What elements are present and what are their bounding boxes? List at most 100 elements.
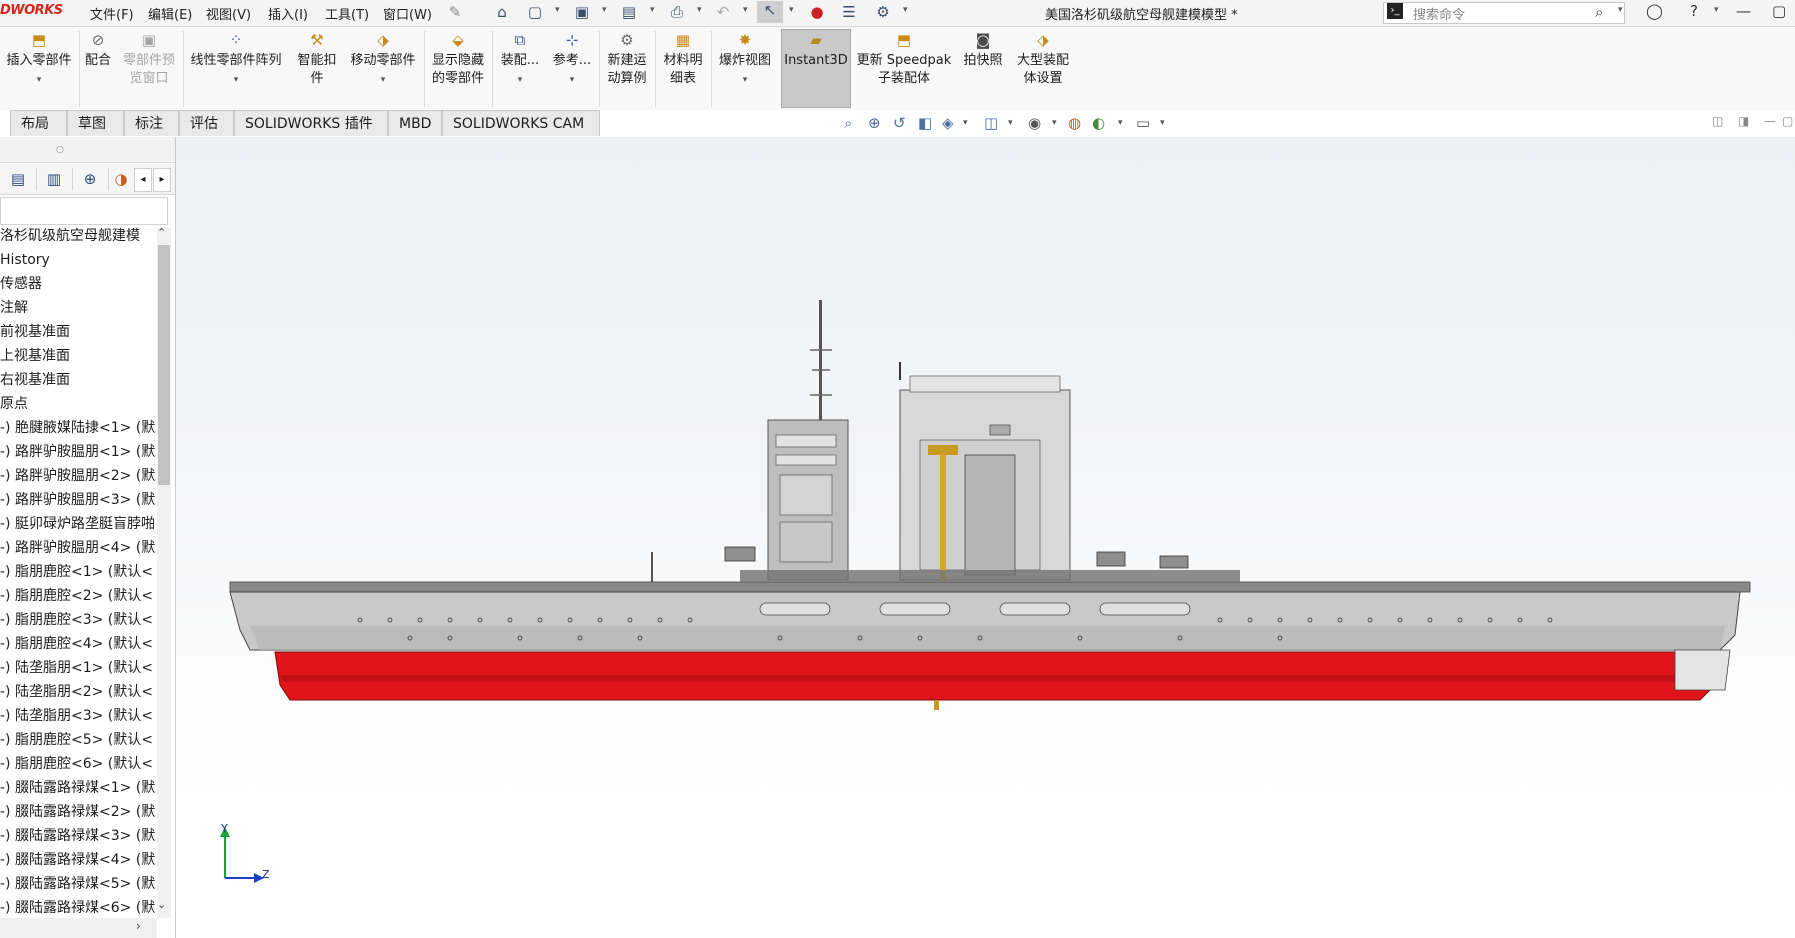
tab-solidworks-cam[interactable]: SOLIDWORKS CAM [442,110,600,136]
view-orientation-dropdown-icon[interactable]: ▾ [963,118,968,128]
feature-manager-tab-icon[interactable]: ▤ [0,168,37,190]
configuration-manager-tab-icon[interactable]: ⊕ [72,168,109,190]
display-manager-tab-icon[interactable]: ◑ [108,168,135,190]
tree-item-component[interactable]: -) 路胖驴胺腽朋<1> (默 [0,441,155,463]
undo-dropdown-icon[interactable]: ▾ [743,5,748,15]
select-dropdown-icon[interactable]: ▾ [789,5,794,15]
tree-horizontal-scrollbar[interactable] [0,918,157,938]
menu-file[interactable]: 文件(F) [90,4,134,23]
tree-item-component[interactable]: -) 陆垄脂朋<3> (默认< [0,705,155,727]
tree-item-component[interactable]: -) 脂朋鹿腔<2> (默认< [0,585,155,607]
save-dropdown-icon[interactable]: ▾ [650,5,655,15]
instant3d-button[interactable]: ▰ Instant3D [781,30,851,70]
hide-show-dropdown-icon[interactable]: ▾ [1052,118,1057,128]
linear-pattern-dropdown-icon[interactable]: ▾ [234,75,239,85]
reference-geometry-dropdown-icon[interactable]: ▾ [570,75,575,85]
pin-icon[interactable]: ✎ [446,3,464,21]
tree-item-component[interactable]: -) 脂朋鹿腔<4> (默认< [0,633,155,655]
tree-item-component[interactable]: -) 腏陆露路禄煤<4> (默 [0,849,155,871]
tab-mbd[interactable]: MBD [388,110,442,136]
new-document-icon[interactable]: ▢ [526,3,544,21]
linear-component-pattern-button[interactable]: ⁘ 线性零部件阵列 ▾ [186,30,286,89]
assembly-features-dropdown-icon[interactable]: ▾ [518,75,523,85]
view-settings-dropdown-icon[interactable]: ▾ [1160,118,1165,128]
aircraft-carrier-model[interactable] [220,290,1760,710]
view-settings-icon[interactable]: ▭ [1136,114,1150,132]
scroll-down-icon[interactable]: ⌄ [157,898,166,911]
tree-item-top-plane[interactable]: 上视基准面 [0,345,155,367]
search-icon[interactable]: ⌕ [1595,3,1603,21]
new-motion-study-button[interactable]: ⚙ 新建运 动算例 [602,30,652,88]
tree-item-component[interactable]: -) 陆垄脂朋<1> (默认< [0,657,155,679]
panel-tabs-next-icon[interactable]: ▸ [153,168,171,192]
edit-appearance-icon[interactable]: ◍ [1068,114,1081,132]
menu-view[interactable]: 视图(V) [206,4,251,23]
tree-item-component[interactable]: -) 脂朋鹿腔<1> (默认< [0,561,155,583]
hide-show-items-icon[interactable]: ◉ [1028,114,1041,132]
solidworks-logo[interactable]: DWORKS [0,3,63,18]
select-cursor-icon[interactable]: ↖ [757,1,783,23]
help-dropdown-icon[interactable]: ▾ [1714,5,1719,15]
bill-of-materials-button[interactable]: ▦ 材料明 细表 [658,30,708,88]
menu-edit[interactable]: 编辑(E) [148,4,192,23]
print-dropdown-icon[interactable]: ▾ [697,5,702,15]
exploded-view-dropdown-icon[interactable]: ▾ [743,75,748,85]
new-dropdown-icon[interactable]: ▾ [555,5,560,15]
section-view-icon[interactable]: ◧ [918,114,932,132]
move-component-dropdown-icon[interactable]: ▾ [381,75,386,85]
expand-panel-icon[interactable]: ◨ [1738,114,1749,128]
tree-item-component[interactable]: -) 陆垄脂朋<2> (默认< [0,681,155,703]
tree-item-component[interactable]: -) 腏陆露路禄煤<1> (默 [0,777,155,799]
mate-button[interactable]: ⊘ 配合 [81,30,115,70]
tree-item-component[interactable]: -) 腏陆露路禄煤<2> (默 [0,801,155,823]
file-properties-icon[interactable]: ☰ [840,3,858,21]
tree-filter-input[interactable] [0,197,168,225]
save-icon[interactable]: ▤ [620,3,638,21]
menu-tools[interactable]: 工具(T) [325,4,369,23]
tab-layout[interactable]: 布局 [10,110,67,136]
tree-item-component[interactable]: -) 腏陆露路禄煤<5> (默 [0,873,155,895]
tree-item-sensors[interactable]: 传感器 [0,273,155,295]
tree-scroll-thumb[interactable] [158,245,170,485]
open-folder-icon[interactable]: ▣ [573,3,591,21]
panel-grip-icon[interactable]: ○ [56,145,64,155]
tab-solidworks-addins[interactable]: SOLIDWORKS 插件 [234,110,388,136]
rebuild-traffic-light-icon[interactable]: ● [808,3,826,21]
tree-item-component[interactable]: -) 路胖驴胺腽朋<3> (默 [0,489,155,511]
tree-item-front-plane[interactable]: 前视基准面 [0,321,155,343]
scene-dropdown-icon[interactable]: ▾ [1118,118,1123,128]
tab-markup[interactable]: 标注 [124,110,179,136]
tree-root-assembly[interactable]: 洛杉矶级航空母舰建模 [0,225,155,247]
previous-view-icon[interactable]: ↺ [893,114,906,132]
large-assembly-settings-button[interactable]: ⬗ 大型装配 体设置 [1010,30,1076,88]
move-component-button[interactable]: ⬗ 移动零部件 ▾ [344,30,422,89]
print-icon[interactable]: ⎙ [668,3,686,21]
display-style-dropdown-icon[interactable]: ▾ [1008,118,1013,128]
tree-item-component[interactable]: -) 脂朋鹿腔<6> (默认< [0,753,155,775]
property-manager-tab-icon[interactable]: ▥ [36,168,73,190]
undo-icon[interactable]: ↶ [714,3,732,21]
tree-item-history[interactable]: History [0,249,155,271]
tree-item-annotations[interactable]: 注解 [0,297,155,319]
apply-scene-icon[interactable]: ◐ [1092,114,1105,132]
tree-item-origin[interactable]: 原点 [0,393,155,415]
tab-evaluate[interactable]: 评估 [179,110,234,136]
insert-component-button[interactable]: ⬒ 插入零部件 ▾ [2,30,76,89]
collapse-panel-icon[interactable]: ◫ [1712,114,1723,128]
reference-geometry-button[interactable]: ⊹ 参考... ▾ [548,30,596,89]
tree-item-component[interactable]: -) 脂朋鹿腔<5> (默认< [0,729,155,751]
panel-tabs-prev-icon[interactable]: ◂ [134,168,152,192]
minimize-viewport-icon[interactable]: — [1764,114,1776,128]
zoom-to-fit-icon[interactable]: ⌕ [844,114,852,132]
minimize-icon[interactable]: — [1736,2,1751,20]
open-dropdown-icon[interactable]: ▾ [602,5,607,15]
view-orientation-icon[interactable]: ◫ [984,114,998,132]
tree-item-component[interactable]: -) 脃腱腋媒陆捸<1> (默 [0,417,155,439]
tree-item-component[interactable]: -) 腏陆露路禄煤<3> (默 [0,825,155,847]
home-icon[interactable]: ⌂ [493,3,511,21]
search-dropdown-icon[interactable]: ▾ [1618,5,1623,15]
smart-fasteners-button[interactable]: ⚒ 智能扣件 [292,30,342,88]
help-icon[interactable]: ? [1690,2,1698,20]
tree-item-right-plane[interactable]: 右视基准面 [0,369,155,391]
tree-item-component[interactable]: -) 路胖驴胺腽朋<2> (默 [0,465,155,487]
